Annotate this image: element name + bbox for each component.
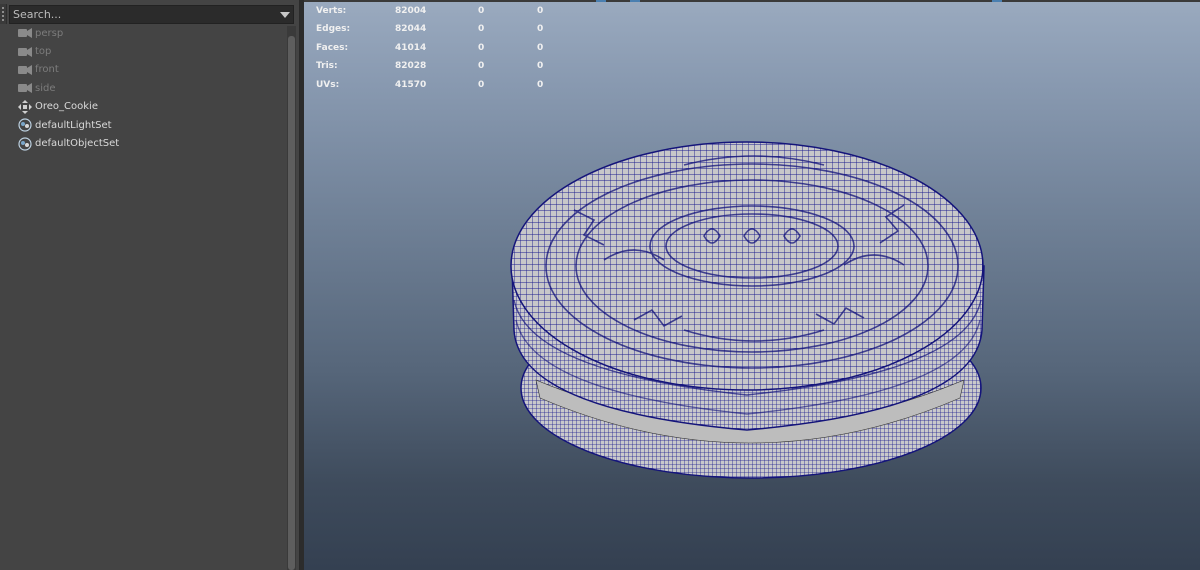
hud-value-total: 41570 (395, 79, 427, 90)
hud-value-total: 82004 (395, 6, 427, 16)
hud-value-total: 82044 (395, 24, 427, 35)
hud-value-selected: 0 (478, 6, 485, 16)
set-icon (18, 118, 32, 132)
hud-value-selected: 0 (478, 24, 485, 35)
hud-value-total: 82028 (395, 61, 427, 72)
outliner-item-top[interactable]: top (0, 42, 287, 60)
hud-value-third: 0 (537, 6, 544, 16)
hud-label: Faces: (316, 42, 349, 53)
outliner-search-input[interactable] (9, 5, 294, 24)
outliner-item-label: front (35, 64, 59, 76)
outliner-item-persp[interactable]: persp (0, 24, 287, 42)
outliner-item-label: side (35, 82, 56, 94)
outliner-scrollbar[interactable] (287, 26, 296, 570)
outliner-item-side[interactable]: side (0, 79, 287, 97)
outliner-tree: persp top front side Oreo_Cookie default… (0, 24, 287, 153)
hud-value-total: 41014 (395, 42, 427, 53)
oreo-cookie-wireframe-model[interactable] (304, 0, 1200, 570)
outliner-scrollbar-thumb[interactable] (288, 36, 295, 570)
hud-value-third: 0 (537, 24, 544, 35)
hud-label: UVs: (316, 79, 340, 90)
outliner-item-label: defaultLightSet (35, 119, 112, 131)
outliner-item-label: Oreo_Cookie (35, 101, 98, 113)
camera-icon (18, 45, 32, 59)
hud-label: Tris: (316, 61, 338, 72)
outliner-item-default-light-set[interactable]: defaultLightSet (0, 116, 287, 134)
panel-grip-handle[interactable] (0, 4, 7, 24)
hud-label: Verts: (316, 6, 347, 16)
outliner-item-default-object-set[interactable]: defaultObjectSet (0, 134, 287, 152)
set-icon (18, 136, 32, 151)
hud-value-selected: 0 (478, 79, 485, 90)
hud-value-third: 0 (537, 79, 544, 90)
hud-value-selected: 0 (478, 61, 485, 72)
outliner-item-label: defaultObjectSet (35, 138, 120, 150)
camera-icon (18, 81, 32, 95)
outliner-item-oreo-cookie[interactable]: Oreo_Cookie (0, 98, 287, 116)
camera-icon (18, 26, 32, 40)
viewport-3d[interactable]: Verts: 82004 0 0 Edges: 82044 0 0 Faces:… (304, 0, 1200, 570)
hud-value-third: 0 (537, 42, 544, 53)
outliner-panel: persp top front side (0, 0, 300, 570)
camera-icon (18, 63, 32, 77)
outliner-search-row (0, 4, 300, 24)
outliner-item-label: top (35, 46, 52, 58)
outliner-item-front[interactable]: front (0, 61, 287, 79)
top-wafer-face-mesh (510, 141, 984, 391)
transform-icon (18, 99, 32, 114)
outliner-item-label: persp (35, 27, 64, 39)
search-dropdown-arrow-icon[interactable] (280, 12, 290, 18)
hud-label: Edges: (316, 24, 351, 35)
hud-value-selected: 0 (478, 42, 485, 53)
hud-value-third: 0 (537, 61, 544, 72)
